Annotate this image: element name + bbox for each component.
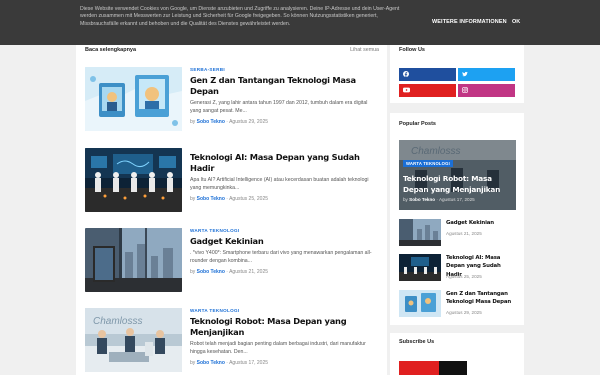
post-title[interactable]: Gadget Kekinian <box>190 236 380 247</box>
popular-post-title[interactable]: Gen Z dan Tantangan Teknologi Masa Depan <box>446 290 516 307</box>
post-thumbnail[interactable] <box>85 228 182 292</box>
post-meta: by Sobo Tekno · Agustus 29, 2025 <box>190 119 269 126</box>
post-snippet: . *vivo Y400*: Smartphone terbaru dari v… <box>190 250 372 264</box>
popular-post-item[interactable]: Teknologi AI: Masa Depan yang Sudah Hadi… <box>399 254 516 281</box>
facebook-icon <box>403 71 409 79</box>
post-date: Agustus 21, 2025 <box>229 269 269 276</box>
twitter-icon <box>462 71 468 79</box>
by-text: by <box>190 119 196 126</box>
cookie-banner: Diese Website verwendet Cookies von Goog… <box>0 0 600 45</box>
instagram-icon <box>462 87 468 95</box>
more-info-button[interactable]: WEITERE INFORMATIONEN <box>432 19 507 25</box>
popular-post-thumbnail[interactable] <box>399 290 441 317</box>
instagram-button[interactable] <box>458 84 515 97</box>
cookie-ok-button[interactable]: OK <box>512 19 520 25</box>
subscribe-banner[interactable] <box>399 361 516 375</box>
post-item[interactable]: WARTA TEKNOLOGI Gadget Kekinian . *vivo … <box>85 228 379 292</box>
facebook-button[interactable] <box>399 68 456 81</box>
post-snippet: Apa Itu AI? Artificial Intelligence (AI)… <box>190 177 369 191</box>
post-label[interactable]: WARTA TEKNOLOGI <box>190 228 380 236</box>
post-snippet: Generasi Z, yang lahir antara tahun 1997… <box>190 100 368 114</box>
by-text: by <box>403 197 408 202</box>
subscribe-title: Subscribe Us <box>399 339 435 345</box>
post-meta: by Sobo Tekno · Agustus 25, 2025 <box>190 196 269 203</box>
featured-post-meta: by Sobo Tekno · Agustus 17, 2025 <box>403 197 475 202</box>
featured-post-date: Agustus 17, 2025 <box>438 197 475 202</box>
post-item[interactable]: Chamlosss WARTA TEKNOLOGI Teknologi Robo… <box>85 308 379 372</box>
popular-post-item[interactable]: Gen Z dan Tantangan Teknologi Masa Depan… <box>399 290 516 317</box>
follow-us-title: Follow Us <box>399 47 425 53</box>
post-title[interactable]: Teknologi AI: Masa Depan yang Sudah Hadi… <box>190 152 380 174</box>
by-text: by <box>190 196 196 203</box>
youtube-icon <box>403 87 410 95</box>
post-body: Teknologi AI: Masa Depan yang Sudah Hadi… <box>190 148 380 202</box>
popular-post-title[interactable]: Gadget Kekinian <box>446 219 516 227</box>
subscribe-banner-black <box>439 361 467 375</box>
subscribe-widget: Subscribe Us <box>390 333 524 375</box>
post-item[interactable]: Teknologi AI: Masa Depan yang Sudah Hadi… <box>85 148 379 212</box>
featured-post[interactable]: Chamlosss WARTA TEKNOLOGI Teknologi Robo… <box>399 140 516 210</box>
by-text: by <box>190 269 196 276</box>
post-title[interactable]: Gen Z dan Tantangan Teknologi Masa Depan <box>190 75 380 97</box>
twitter-button[interactable] <box>458 68 515 81</box>
popular-post-date: Agustus 25, 2025 <box>446 274 482 279</box>
post-label[interactable]: SERBA-SERBI <box>190 67 380 75</box>
post-author[interactable]: Sobo Tekno <box>197 360 225 366</box>
featured-post-title[interactable]: Teknologi Robot: Masa Depan yang Menjanj… <box>403 173 515 195</box>
popular-posts-title: Popular Posts <box>399 121 436 127</box>
see-all-link[interactable]: Lihat semua <box>350 47 379 53</box>
post-body: WARTA TEKNOLOGI Gadget Kekinian . *vivo … <box>190 228 380 275</box>
popular-post-date: Agustus 29, 2025 <box>446 310 482 315</box>
post-label[interactable]: WARTA TEKNOLOGI <box>190 308 380 316</box>
popular-post-thumbnail[interactable] <box>399 254 441 281</box>
cookie-banner-text: Diese Website verwendet Cookies von Goog… <box>80 6 400 27</box>
post-date: Agustus 17, 2025 <box>229 360 269 367</box>
post-thumbnail[interactable]: Chamlosss <box>85 308 182 372</box>
post-date: Agustus 29, 2025 <box>229 119 269 126</box>
youtube-button[interactable] <box>399 84 456 97</box>
post-snippet: Robot telah menjadi bagian penting dalam… <box>190 341 366 355</box>
post-body: SERBA-SERBI Gen Z dan Tantangan Teknolog… <box>190 67 380 125</box>
post-meta: by Sobo Tekno · Agustus 21, 2025 <box>190 269 269 276</box>
subscribe-banner-red <box>399 361 439 375</box>
post-thumbnail[interactable] <box>85 148 182 212</box>
by-text: by <box>190 360 196 367</box>
post-author[interactable]: Sobo Tekno <box>197 269 225 275</box>
featured-post-label[interactable]: WARTA TEKNOLOGI <box>403 160 453 167</box>
svg-text:Chamlosss: Chamlosss <box>93 316 142 327</box>
popular-posts-widget: Popular Posts Chamlosss WARTA TEKNOLOGI … <box>390 113 524 325</box>
post-author[interactable]: Sobo Tekno <box>197 119 225 125</box>
section-header: Baca selengkapnya Lihat semua <box>85 47 379 55</box>
follow-us-widget: Follow Us <box>390 45 524 103</box>
popular-post-date: Agustus 21, 2025 <box>446 231 482 236</box>
post-date: Agustus 25, 2025 <box>229 196 269 203</box>
post-thumbnail[interactable] <box>85 67 182 131</box>
post-item[interactable]: SERBA-SERBI Gen Z dan Tantangan Teknolog… <box>85 67 379 131</box>
popular-post-thumbnail[interactable] <box>399 219 441 246</box>
post-author[interactable]: Sobo Tekno <box>197 196 225 202</box>
section-title: Baca selengkapnya <box>85 47 137 53</box>
post-body: WARTA TEKNOLOGI Teknologi Robot: Masa De… <box>190 308 380 366</box>
post-meta: by Sobo Tekno · Agustus 17, 2025 <box>190 360 269 367</box>
featured-post-author[interactable]: Sobo Tekno <box>409 197 435 202</box>
post-title[interactable]: Teknologi Robot: Masa Depan yang Menjanj… <box>190 316 380 338</box>
popular-post-item[interactable]: Gadget Kekinian Agustus 21, 2025 <box>399 219 516 246</box>
main-content: Baca selengkapnya Lihat semua SERBA-SERB… <box>76 45 387 375</box>
